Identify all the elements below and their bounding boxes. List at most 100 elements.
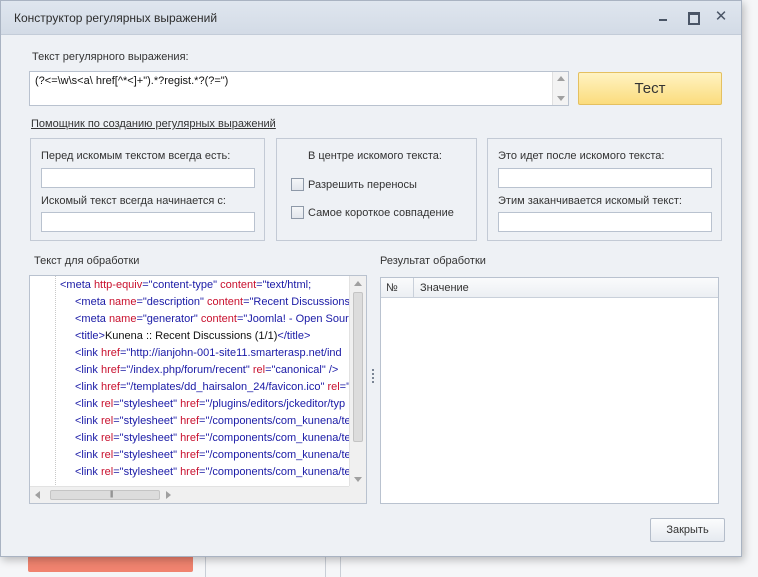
- code-line: <meta name="generator" content="Joomla! …: [75, 311, 354, 328]
- code-token: <meta: [75, 296, 109, 308]
- scroll-down-icon[interactable]: [557, 96, 565, 101]
- code-token: <title>: [75, 330, 105, 342]
- code-token: rel: [101, 449, 114, 461]
- scroll-down-icon[interactable]: [354, 477, 362, 482]
- code-token: ="/components/com_kunena/te: [199, 432, 351, 444]
- code-token: rel: [101, 398, 114, 410]
- minimize-icon[interactable]: [655, 9, 673, 25]
- code-token: href: [180, 398, 200, 410]
- code-token: <link: [75, 381, 101, 393]
- scroll-left-icon[interactable]: [35, 491, 40, 499]
- code-line: <meta http-equiv="content-type" content=…: [60, 277, 311, 294]
- code-token: Kunena :: Recent Discussions (1/1): [104, 330, 278, 342]
- result-grid[interactable]: № Значение: [380, 277, 719, 504]
- center-group: В центре искомого текста: Разрешить пере…: [276, 138, 477, 241]
- code-token: ="/templates/dd_hairsalon_24/favicon.ico…: [119, 381, 328, 393]
- test-button[interactable]: Тест: [578, 72, 722, 105]
- window-title: Конструктор регулярных выражений: [14, 11, 218, 25]
- code-token: ="stylesheet": [113, 398, 181, 410]
- column-header-value[interactable]: Значение: [415, 278, 469, 298]
- code-token: rel: [252, 364, 266, 376]
- title-bar[interactable]: Конструктор регулярных выражений ✕: [1, 1, 741, 35]
- code-line: <link rel="stylesheet" href="/components…: [75, 413, 351, 430]
- maximize-icon[interactable]: [684, 9, 702, 25]
- code-token: ="http://ianjohn-001-site11.smarterasp.n…: [119, 347, 342, 359]
- code-token: </title>: [277, 330, 311, 342]
- code-token: href: [180, 432, 200, 444]
- code-token: ="/components/com_kunena/te: [199, 449, 351, 461]
- code-token: rel: [327, 381, 340, 393]
- regex-scrollbar[interactable]: [552, 72, 568, 105]
- scroll-up-icon[interactable]: [354, 281, 362, 286]
- code-token: ="stylesheet": [113, 432, 181, 444]
- scroll-corner: [349, 486, 366, 503]
- code-token: name: [108, 313, 137, 325]
- editor-vertical-scrollbar[interactable]: [349, 276, 366, 487]
- code-token: name: [108, 296, 137, 308]
- code-token: ="generator": [136, 313, 201, 325]
- code-line: <title>Kunena :: Recent Discussions (1/1…: [75, 328, 310, 345]
- code-token: rel: [101, 432, 114, 444]
- regex-builder-window: Конструктор регулярных выражений ✕ Текст…: [0, 0, 742, 557]
- code-token: href: [101, 364, 120, 376]
- grip-icon: |||: [110, 491, 114, 498]
- source-label: Текст для обработки: [34, 255, 140, 267]
- center-label: В центре искомого текста:: [308, 150, 442, 162]
- code-token: ="/components/com_kunena/te: [199, 466, 351, 478]
- code-token: href: [180, 415, 200, 427]
- code-token: href: [101, 347, 120, 359]
- result-label: Результат обработки: [380, 255, 486, 267]
- shortest-match-label[interactable]: Самое короткое совпадение: [308, 207, 454, 219]
- close-icon[interactable]: ✕: [712, 9, 730, 25]
- code-token: content: [206, 296, 244, 308]
- code-token: <link: [75, 364, 101, 376]
- code-token: rel: [101, 466, 114, 478]
- source-text-editor[interactable]: <meta http-equiv="content-type" content=…: [29, 275, 367, 504]
- code-token: ="stylesheet": [113, 449, 181, 461]
- code-token: ="Joomla! - Open Sourc: [236, 313, 355, 325]
- code-line: <link rel="stylesheet" href="/components…: [75, 447, 351, 464]
- ends-label: Этим заканчивается искомый текст:: [498, 195, 682, 207]
- scroll-thumb[interactable]: [50, 490, 160, 500]
- scroll-right-icon[interactable]: [166, 491, 171, 499]
- code-token: ="Recent Discussions (: [243, 296, 357, 308]
- ends-input[interactable]: [498, 212, 712, 232]
- code-token: <link: [75, 466, 101, 478]
- code-token: <link: [75, 347, 101, 359]
- code-token: http-equiv: [93, 279, 143, 291]
- scroll-up-icon[interactable]: [557, 76, 565, 81]
- shortest-match-checkbox[interactable]: [291, 206, 304, 219]
- before-group: Перед искомым текстом всегда есть: Иском…: [30, 138, 265, 241]
- code-token: content: [200, 313, 237, 325]
- code-token: <link: [75, 398, 101, 410]
- code-token: ="/components/com_kunena/te: [199, 415, 351, 427]
- code-line: <link href="http://ianjohn-001-site11.sm…: [75, 345, 342, 362]
- code-token: ="content-type": [142, 279, 221, 291]
- allow-wrap-label[interactable]: Разрешить переносы: [308, 179, 417, 191]
- starts-input[interactable]: [41, 212, 255, 232]
- code-line: <link rel="stylesheet" href="/plugins/ed…: [75, 396, 345, 413]
- allow-wrap-checkbox[interactable]: [291, 178, 304, 191]
- code-line: <link href="/index.php/forum/recent" rel…: [75, 362, 338, 379]
- code-token: <link: [75, 449, 101, 461]
- code-token: href: [180, 466, 200, 478]
- regex-input[interactable]: (?<=\w\s<a\ href[^*<]+").*?regist.*?(?="…: [29, 71, 569, 106]
- regex-value[interactable]: (?<=\w\s<a\ href[^*<]+").*?regist.*?(?="…: [35, 75, 228, 87]
- code-token: ="stylesheet": [113, 415, 181, 427]
- code-line: <link href="/templates/dd_hairsalon_24/f…: [75, 379, 350, 396]
- before-input[interactable]: [41, 168, 255, 188]
- close-button[interactable]: Закрыть: [650, 518, 725, 542]
- code-token: <meta: [75, 313, 109, 325]
- code-line: <link rel="stylesheet" href="/components…: [75, 430, 351, 447]
- code-token: ="description": [136, 296, 207, 308]
- helper-link[interactable]: Помощник по созданию регулярных выражени…: [31, 118, 276, 130]
- panel-splitter[interactable]: [371, 369, 375, 385]
- starts-label: Искомый текст всегда начинается с:: [41, 195, 226, 207]
- scroll-thumb[interactable]: [353, 292, 363, 442]
- code-token: content: [220, 279, 257, 291]
- after-input[interactable]: [498, 168, 712, 188]
- column-header-number[interactable]: №: [381, 278, 414, 298]
- editor-gutter: [30, 276, 56, 487]
- code-token: ="/plugins/editors/jckeditor/typ: [199, 398, 346, 410]
- editor-horizontal-scrollbar[interactable]: |||: [30, 486, 366, 503]
